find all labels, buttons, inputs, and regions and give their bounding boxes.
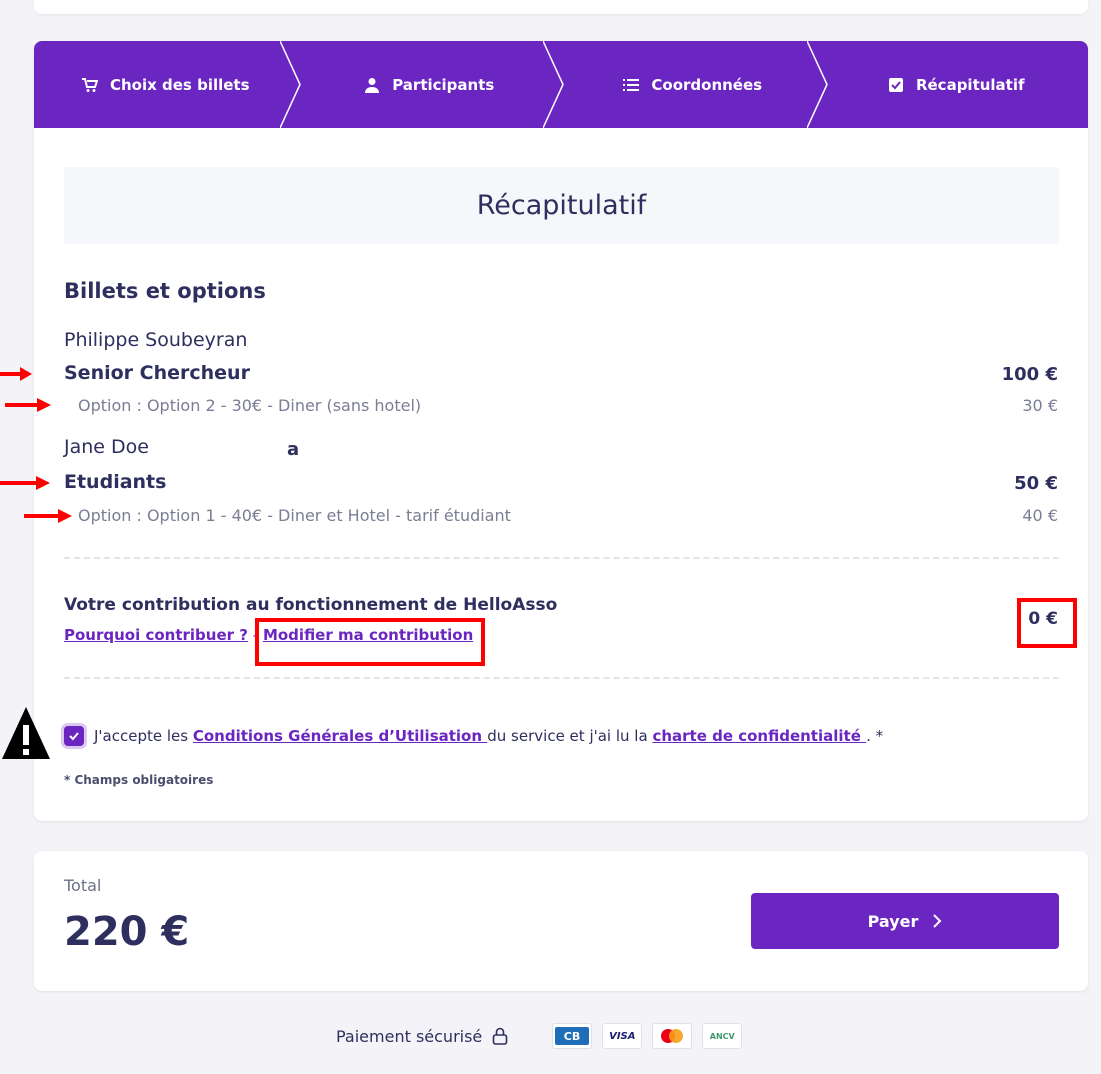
visa-card-icon: VISA — [602, 1023, 643, 1049]
previous-card-edge — [34, 0, 1088, 14]
step-label: Choix des billets — [109, 75, 250, 94]
contribution-title: Votre contribution au fonctionnement de … — [64, 595, 558, 615]
stepper: Choix des billets Participants Coordonné… — [34, 41, 1088, 128]
section-title: Billets et options — [64, 279, 266, 303]
checkbox-icon — [888, 77, 903, 92]
dashed-divider — [64, 557, 1059, 559]
option-label: Option : Option 1 - 40€ - Diner et Hotel… — [78, 506, 511, 525]
step-ticket-choice[interactable]: Choix des billets — [34, 41, 301, 128]
cb-card-icon: CB — [552, 1023, 593, 1049]
option-price: 40 € — [1022, 506, 1058, 525]
why-contribute-link[interactable]: Pourquoi contribuer ? — [64, 626, 248, 644]
step-participants[interactable]: Participants — [298, 41, 564, 128]
participant-name: Jane Doe — [64, 436, 149, 458]
step-label: Récapitulatif — [915, 75, 1025, 94]
annotation-arrow — [5, 398, 51, 412]
option-label: Option : Option 2 - 30€ - Diner (sans ho… — [78, 396, 422, 415]
summary-title: Récapitulatif — [64, 167, 1059, 244]
step-label: Coordonnées — [651, 75, 763, 94]
privacy-link[interactable]: charte de confidentialité — [652, 727, 866, 745]
secure-payment-row: Paiement sécurisé CB VISA ANCV — [336, 1020, 743, 1052]
pay-button-label: Payer — [867, 911, 919, 931]
user-icon — [365, 77, 380, 93]
dashed-divider — [64, 677, 1059, 679]
participant-name: Philippe Soubeyran — [64, 329, 248, 351]
annotation-box-amount — [1017, 598, 1077, 648]
required-fields-note: * Champs obligatoires — [64, 773, 214, 787]
svg-text:CB: CB — [564, 1030, 580, 1043]
annotation-arrow — [24, 509, 72, 523]
chevron-right-icon — [933, 914, 942, 928]
annotation-arrow — [0, 476, 50, 490]
terms-text: J'accepte les Conditions Générales d’Uti… — [94, 727, 884, 745]
annotation-box-modify — [255, 618, 485, 666]
total-label: Total — [64, 876, 102, 895]
step-contact-details[interactable]: Coordonnées — [561, 41, 828, 128]
stray-text: a — [287, 439, 300, 460]
annotation-arrow — [0, 367, 32, 381]
terms-checkbox[interactable] — [64, 726, 84, 746]
total-card: Total 220 € Payer — [34, 851, 1088, 991]
ticket-price: 50 € — [1014, 473, 1058, 494]
ancv-voucher-icon: ANCV — [702, 1023, 743, 1049]
check-icon — [69, 732, 79, 741]
cart-icon — [81, 77, 98, 92]
step-summary[interactable]: Récapitulatif — [825, 41, 1089, 128]
mastercard-icon — [652, 1023, 693, 1049]
list-icon — [623, 78, 640, 91]
total-amount: 220 € — [64, 909, 190, 955]
secure-payment-label: Paiement sécurisé — [336, 1026, 483, 1046]
step-label: Participants — [392, 75, 495, 94]
cgu-link[interactable]: Conditions Générales d’Utilisation — [193, 727, 487, 745]
lock-icon — [492, 1027, 508, 1045]
ticket-name: Etudiants — [64, 471, 167, 493]
warning-icon — [2, 707, 50, 759]
pay-button[interactable]: Payer — [751, 893, 1059, 949]
terms-row: J'accepte les Conditions Générales d’Uti… — [64, 726, 883, 746]
ticket-name: Senior Chercheur — [64, 362, 250, 384]
checkout-card: Choix des billets Participants Coordonné… — [34, 41, 1088, 821]
ticket-price: 100 € — [1001, 364, 1058, 385]
option-price: 30 € — [1022, 396, 1058, 415]
